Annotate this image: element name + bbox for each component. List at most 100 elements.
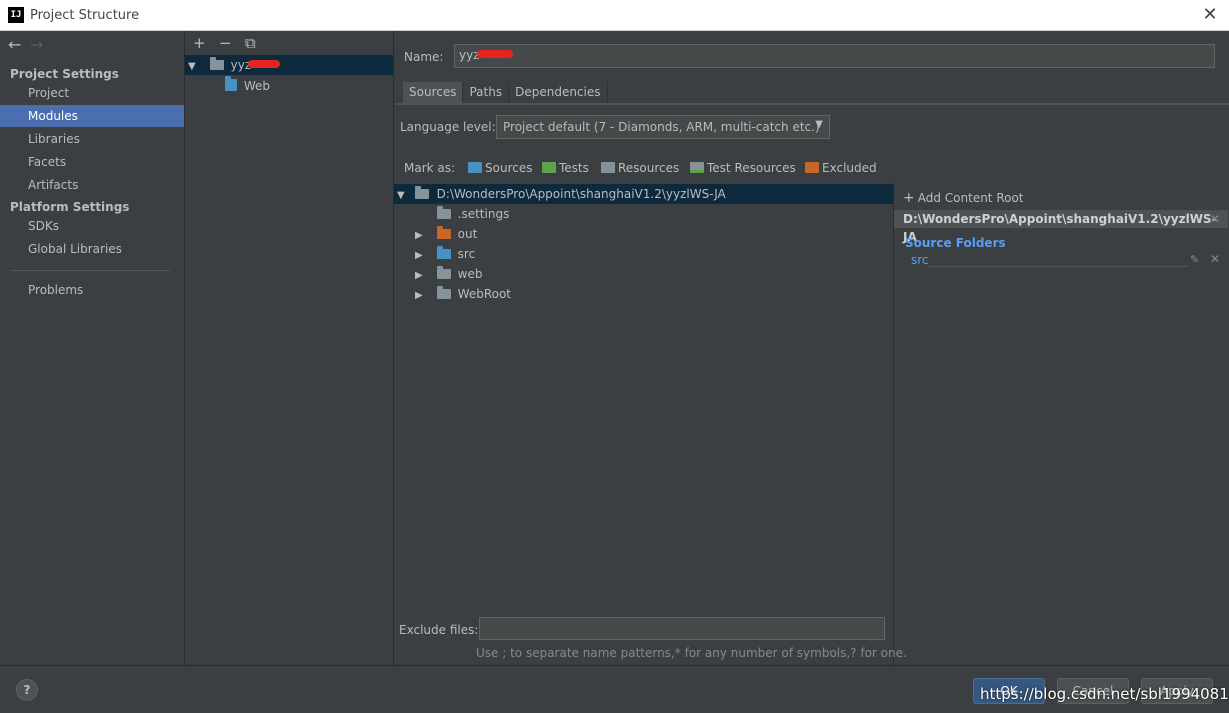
mark-as-tests-label: Tests: [559, 161, 589, 175]
exclude-files-input[interactable]: [479, 617, 885, 640]
sidebar-item-facets[interactable]: Facets: [0, 151, 184, 173]
plus-icon: +: [903, 190, 915, 206]
content-root-header: D:\WondersPro\Appoint\shanghaiV1.2\yyzlW…: [894, 210, 1228, 244]
remove-module-icon[interactable]: −: [219, 34, 245, 52]
sources-folder-icon: [468, 162, 482, 173]
module-tree-panel: + − ⧉ ▼ yyz Web: [185, 31, 394, 665]
dialog-footer: ? OK Cancel Apply https://blog.csdn.net/…: [0, 665, 1229, 713]
source-folder-item[interactable]: src: [911, 253, 929, 267]
help-button[interactable]: ?: [16, 679, 38, 701]
content-root-path: D:\WondersPro\Appoint\shanghaiV1.2\yyzlW…: [436, 187, 726, 201]
test-resources-folder-icon: [690, 162, 704, 173]
module-name-field[interactable]: yyz: [454, 44, 1215, 68]
content-root-details: + Add Content Root D:\WondersPro\Appoint\…: [893, 182, 1229, 665]
mark-as-sources-button[interactable]: Sources: [468, 161, 532, 175]
expand-triangle-icon[interactable]: ▶: [415, 266, 433, 286]
resources-folder-icon: [601, 162, 615, 173]
name-label: Name:: [404, 50, 444, 64]
language-level-select[interactable]: Project default (7 - Diamonds, ARM, mult…: [496, 115, 830, 139]
intellij-app-icon: IJ: [8, 7, 24, 23]
nav-arrows: ← →: [8, 35, 52, 54]
window-title: Project Structure: [30, 8, 140, 23]
web-facet-icon: [225, 76, 237, 91]
sidebar-item-libraries[interactable]: Libraries: [0, 128, 184, 150]
module-editor: Name: yyz Sources Paths Dependencies Lan…: [394, 31, 1229, 665]
edit-pencil-icon[interactable]: ✎: [1190, 253, 1199, 266]
module-toolbar: + − ⧉: [193, 34, 271, 52]
close-icon[interactable]: ✕: [1199, 4, 1221, 26]
sidebar-item-sdks[interactable]: SDKs: [0, 215, 184, 237]
mark-as-resources-button[interactable]: Resources: [601, 161, 679, 175]
expand-triangle-icon[interactable]: ▶: [415, 246, 433, 266]
folder-icon: [436, 226, 451, 239]
module-tabs: Sources Paths Dependencies: [403, 82, 608, 103]
content-root-row[interactable]: ▼ D:\WondersPro\Appoint\shanghaiV1.2\yyz…: [394, 184, 893, 204]
tests-folder-icon: [542, 162, 556, 173]
expand-triangle-icon[interactable]: ▼: [397, 186, 411, 206]
tree-row-settings[interactable]: .settings: [419, 204, 509, 224]
facet-name: Web: [243, 79, 270, 93]
platform-settings-header: Platform Settings: [10, 200, 130, 214]
copy-module-icon[interactable]: ⧉: [245, 34, 271, 52]
tree-row-label: out: [457, 227, 478, 241]
mark-as-resources-label: Resources: [618, 161, 680, 175]
folder-icon: [436, 246, 451, 259]
folder-icon: [436, 286, 451, 299]
content-root-tree: ▼ D:\WondersPro\Appoint\shanghaiV1.2\yyz…: [394, 182, 893, 665]
remove-content-root-icon[interactable]: ✕: [1210, 210, 1220, 228]
add-content-root-button[interactable]: + Add Content Root: [903, 190, 1024, 206]
expand-triangle-icon[interactable]: ▼: [188, 57, 202, 77]
tree-row-src[interactable]: ▶ src: [415, 244, 475, 264]
sidebar-item-modules[interactable]: Modules: [0, 105, 184, 127]
source-folders-header: Source Folders: [905, 236, 1006, 250]
mark-as-test-resources-label: Test Resources: [707, 161, 796, 175]
tab-sources[interactable]: Sources: [403, 82, 464, 103]
back-arrow-icon[interactable]: ←: [8, 35, 30, 54]
mark-as-test-resources-button[interactable]: Test Resources: [690, 161, 796, 175]
sidebar-item-project[interactable]: Project: [0, 82, 184, 104]
exclude-files-label: Exclude files:: [399, 623, 479, 637]
tree-row-label: .settings: [457, 207, 510, 221]
facet-tree-item[interactable]: Web: [225, 76, 270, 96]
tab-underline: [394, 103, 1229, 105]
mark-as-excluded-label: Excluded: [822, 161, 877, 175]
module-tree-item[interactable]: ▼ yyz: [185, 55, 393, 75]
tree-row-label: src: [457, 247, 476, 261]
folder-icon: [414, 186, 429, 199]
redaction-mark: [476, 50, 513, 58]
forward-arrow-icon[interactable]: →: [30, 35, 52, 54]
language-level-label: Language level:: [400, 120, 496, 134]
language-level-value: Project default (7 - Diamonds, ARM, mult…: [503, 120, 820, 134]
tree-row-webroot[interactable]: ▶ WebRoot: [415, 284, 511, 304]
folder-icon: [436, 266, 451, 279]
folder-icon: [436, 206, 451, 219]
tab-paths[interactable]: Paths: [463, 82, 510, 103]
tab-dependencies[interactable]: Dependencies: [509, 82, 608, 103]
sidebar-item-global-libraries[interactable]: Global Libraries: [0, 238, 184, 260]
dotted-leader: [929, 266, 1187, 267]
project-settings-header: Project Settings: [10, 67, 119, 81]
settings-sidebar: ← → Project Settings Project Modules Libr…: [0, 31, 185, 665]
title-bar: IJ Project Structure ✕: [0, 0, 1229, 31]
mark-as-sources-label: Sources: [485, 161, 533, 175]
module-folder-icon: [209, 57, 224, 70]
add-content-root-label: Add Content Root: [917, 191, 1024, 205]
tree-row-label: WebRoot: [457, 287, 512, 301]
excluded-folder-icon: [805, 162, 819, 173]
dropdown-arrow-icon: ▼: [815, 119, 823, 130]
tree-row-out[interactable]: ▶ out: [415, 224, 477, 244]
remove-source-folder-icon[interactable]: ✕: [1210, 252, 1220, 266]
expand-triangle-icon[interactable]: ▶: [415, 286, 433, 306]
redaction-mark: [248, 60, 281, 68]
add-module-icon[interactable]: +: [193, 34, 219, 52]
mark-as-label: Mark as:: [404, 161, 456, 175]
tree-row-web[interactable]: ▶ web: [415, 264, 482, 284]
mark-as-tests-button[interactable]: Tests: [542, 161, 589, 175]
exclude-files-hint: Use ; to separate name patterns,* for an…: [476, 646, 907, 660]
expand-triangle-icon[interactable]: ▶: [415, 226, 433, 246]
sidebar-item-problems[interactable]: Problems: [0, 279, 184, 301]
sidebar-item-artifacts[interactable]: Artifacts: [0, 174, 184, 196]
tree-row-label: web: [457, 267, 483, 281]
sidebar-divider: [10, 270, 170, 271]
mark-as-excluded-button[interactable]: Excluded: [805, 161, 877, 175]
